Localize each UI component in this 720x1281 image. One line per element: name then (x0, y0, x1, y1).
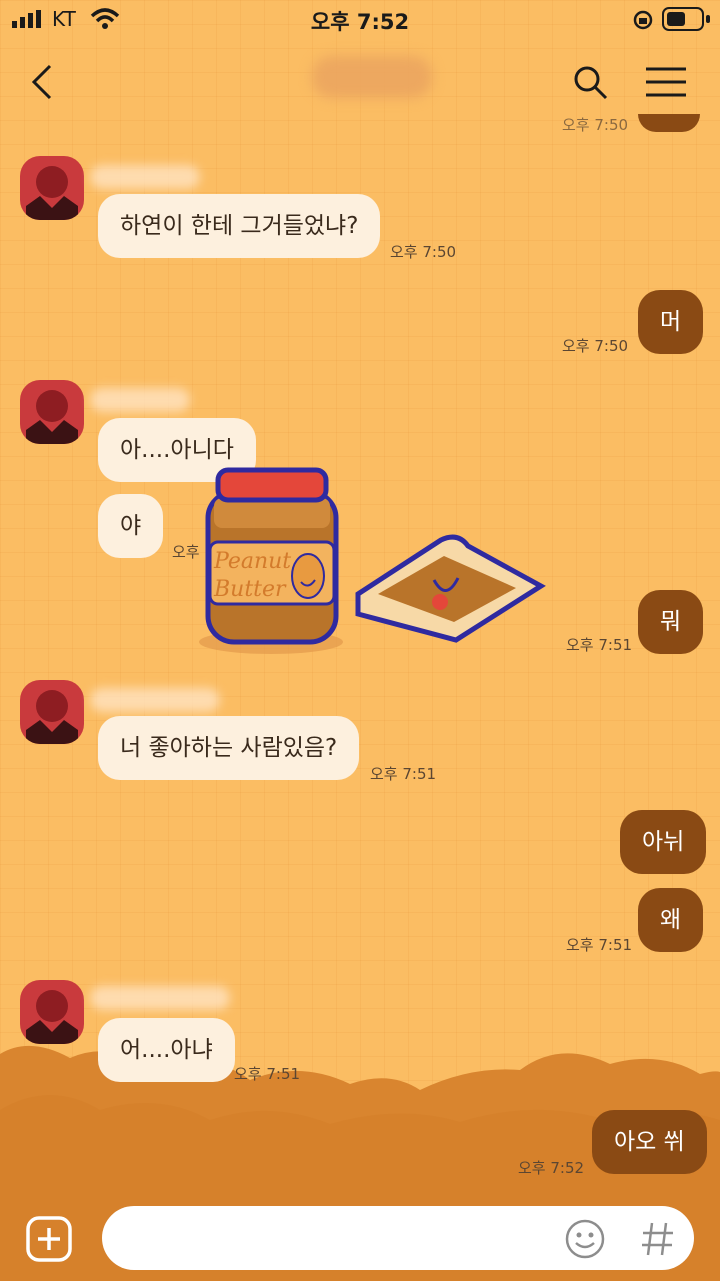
sender-name-blurred (90, 688, 220, 712)
sender-name-blurred (90, 986, 230, 1010)
incoming-message-bubble[interactable]: 어....아냐 (98, 1018, 235, 1082)
message-time: 오후 7:51 (370, 765, 437, 783)
partial-outgoing-bubble (638, 114, 700, 132)
avatar[interactable] (20, 380, 84, 444)
outgoing-message-bubble[interactable]: 머 (638, 290, 704, 354)
avatar[interactable] (20, 680, 84, 744)
message-time: 오후 7:52 (518, 1159, 585, 1177)
sender-name-blurred (90, 165, 200, 189)
chat-title-blurred (312, 56, 432, 98)
message-time: 오후 7:50 (562, 116, 629, 134)
incoming-message-bubble[interactable]: 하연이 한테 그거들었냐? (98, 194, 381, 258)
status-clock: 오후 7:52 (310, 10, 410, 34)
avatar-image (26, 690, 78, 744)
avatar[interactable] (20, 980, 84, 1044)
outgoing-message-bubble[interactable]: 아뉘 (620, 810, 707, 874)
rotation-lock-icon (633, 10, 653, 30)
avatar[interactable] (20, 156, 84, 220)
message-time: 오후 7:50 (562, 337, 629, 355)
plus-icon[interactable] (26, 1216, 72, 1262)
emoji-icon[interactable] (564, 1218, 606, 1260)
hashtag-icon[interactable] (640, 1220, 676, 1258)
incoming-message-bubble[interactable]: 너 좋아하는 사람있음? (98, 716, 360, 780)
menu-icon[interactable] (646, 66, 686, 98)
avatar-image (26, 390, 78, 444)
incoming-message-bubble[interactable]: 야 (98, 494, 164, 558)
sticker-label: Peanut (213, 549, 291, 574)
battery-icon (662, 7, 710, 31)
search-icon[interactable] (572, 64, 610, 102)
sticker-label: Butter (213, 577, 287, 602)
message-time: 오후 7:51 (566, 636, 633, 654)
outgoing-message-bubble[interactable]: 왜 (638, 888, 704, 952)
status-bar: KT 오후 7:52 (0, 0, 720, 40)
avatar-image (26, 166, 78, 220)
peanut-butter-and-toast-sticker[interactable]: Peanut Butter (196, 462, 546, 662)
avatar-image (26, 990, 78, 1044)
sender-name-blurred (90, 388, 190, 412)
back-arrow-icon[interactable] (26, 62, 56, 102)
chat-header (0, 44, 720, 118)
message-time: 오후 7:51 (234, 1065, 301, 1083)
message-time: 오후 7:51 (566, 936, 633, 954)
message-time: 오후 7:50 (390, 243, 457, 261)
outgoing-message-bubble[interactable]: 뭐 (638, 590, 704, 654)
outgoing-message-bubble[interactable]: 아오 쒸 (592, 1110, 707, 1174)
